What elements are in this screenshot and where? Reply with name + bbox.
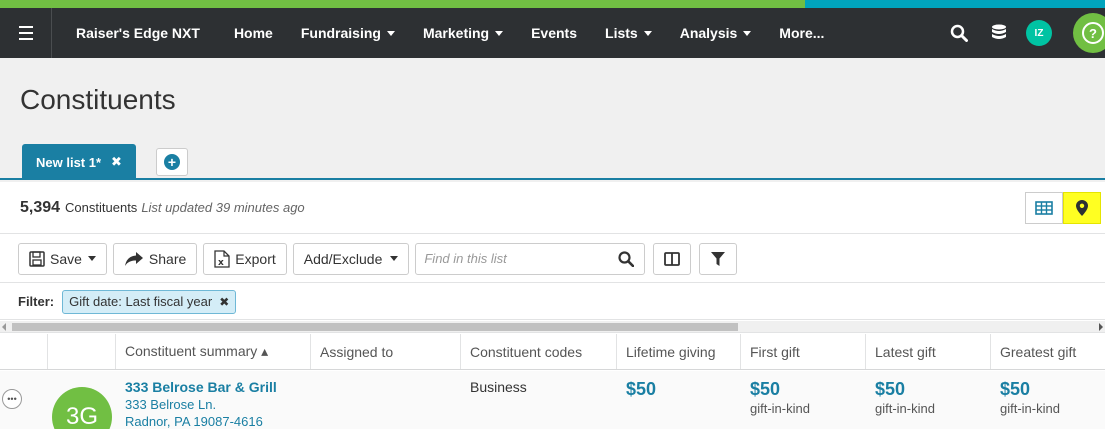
nav-more[interactable]: More... [779, 25, 824, 41]
header-lifetime-giving[interactable]: Lifetime giving [617, 334, 741, 369]
header-constituent-summary[interactable]: Constituent summary ▴ [116, 334, 311, 369]
close-icon[interactable]: ✖ [111, 154, 122, 170]
share-button[interactable]: Share [112, 242, 198, 275]
nav-analysis[interactable]: Analysis [680, 25, 752, 41]
grid-view-icon [1035, 201, 1053, 215]
close-icon[interactable]: ✖ [219, 295, 229, 309]
list-updated-text: List updated 39 minutes ago [141, 200, 305, 215]
chevron-down-icon [386, 30, 395, 36]
table-row: ••• 3G 333 Belrose Bar & Grill 333 Belro… [0, 371, 1105, 429]
view-toggle [1025, 192, 1101, 224]
top-navbar: Raiser's Edge NXT Home Fundraising Marke… [0, 8, 1105, 58]
nav-lists[interactable]: Lists [605, 25, 652, 41]
page-title: Constituents [20, 84, 176, 115]
chevron-down-icon [495, 30, 504, 36]
header-actions [0, 334, 48, 369]
greatest-gift-type: gift-in-kind [1000, 401, 1060, 416]
first-gift-type: gift-in-kind [750, 401, 810, 416]
scroll-left-icon[interactable] [2, 323, 6, 331]
avatar: 3G [52, 387, 112, 429]
search-icon[interactable] [618, 250, 635, 267]
columns-button[interactable] [653, 242, 692, 275]
header-greatest-gift[interactable]: Greatest gift [991, 334, 1105, 369]
avatar: IZ [1026, 20, 1052, 46]
filter-chip[interactable]: Gift date: Last fiscal year ✖ [62, 289, 237, 314]
add-tab-button[interactable]: + [156, 148, 188, 176]
export-icon: x [214, 249, 230, 268]
header-latest-gift[interactable]: Latest gift [866, 334, 991, 369]
list-tabs: New list 1* ✖ + [0, 144, 1105, 180]
assigned-to-cell [311, 371, 461, 429]
greatest-gift-cell: $50 gift-in-kind [991, 371, 1105, 429]
horizontal-scrollbar[interactable] [0, 321, 1105, 333]
map-pin-icon [1076, 200, 1088, 216]
map-view-button[interactable] [1063, 192, 1101, 224]
list-toolbar: Save Share x Export Add/Exclude Find in … [0, 235, 1105, 283]
filter-button[interactable] [699, 242, 738, 275]
latest-gift-type: gift-in-kind [875, 401, 935, 416]
user-menu-button[interactable]: IZ [1019, 8, 1059, 58]
chevron-down-icon [743, 30, 752, 36]
filter-icon [711, 251, 726, 266]
header-constituent-codes[interactable]: Constituent codes [461, 334, 617, 369]
nav-fundraising[interactable]: Fundraising [301, 25, 395, 41]
database-icon [992, 24, 1006, 39]
nav-home[interactable]: Home [234, 25, 273, 41]
nav-events[interactable]: Events [531, 25, 577, 41]
svg-text:x: x [218, 258, 224, 268]
latest-gift-cell: $50 gift-in-kind [866, 371, 991, 429]
help-button[interactable]: ? [1073, 13, 1105, 53]
filter-label: Filter: [18, 294, 55, 309]
row-actions-cell: ••• [0, 371, 48, 429]
constituent-name-link[interactable]: 333 Belrose Bar & Grill [125, 379, 311, 395]
search-icon [950, 24, 968, 42]
nav-marketing[interactable]: Marketing [423, 25, 504, 41]
scroll-right-icon[interactable] [1099, 323, 1103, 331]
scroll-thumb[interactable] [12, 323, 738, 331]
list-summary: 5,394 Constituents List updated 39 minut… [0, 182, 1105, 234]
accent-bar [0, 0, 1105, 8]
chevron-down-icon [390, 256, 399, 261]
address-line-1[interactable]: 333 Belrose Ln. [125, 397, 311, 412]
save-button[interactable]: Save [18, 242, 107, 275]
header-avatar [48, 334, 116, 369]
constituent-summary-cell: 333 Belrose Bar & Grill 333 Belrose Ln. … [116, 371, 311, 429]
lifetime-giving-amount[interactable]: $50 [626, 379, 741, 400]
row-avatar-cell: 3G [48, 371, 116, 429]
help-icon: ? [1082, 22, 1104, 44]
grid-header: Constituent summary ▴ Assigned to Consti… [0, 334, 1105, 370]
chevron-down-icon [87, 256, 96, 261]
export-button[interactable]: x Export [203, 242, 287, 275]
search-button[interactable] [939, 8, 979, 58]
address-line-2[interactable]: Radnor, PA 19087-4616 [125, 414, 311, 429]
hamburger-icon [18, 24, 33, 42]
save-icon [29, 250, 45, 267]
lifetime-giving-cell: $50 [617, 371, 741, 429]
tab-label: New list 1* [36, 154, 102, 170]
latest-gift-amount[interactable]: $50 [875, 379, 991, 400]
search-placeholder: Find in this list [424, 251, 507, 266]
first-gift-amount[interactable]: $50 [750, 379, 866, 400]
database-button[interactable] [979, 8, 1019, 58]
tab-new-list[interactable]: New list 1* ✖ [22, 144, 136, 180]
more-icon[interactable]: ••• [2, 389, 22, 409]
greatest-gift-amount[interactable]: $50 [1000, 379, 1105, 400]
first-gift-cell: $50 gift-in-kind [741, 371, 866, 429]
hamburger-menu-button[interactable] [0, 8, 52, 58]
filter-row: Filter: Gift date: Last fiscal year ✖ [0, 284, 1105, 320]
record-count: 5,394 [20, 198, 61, 216]
constituent-codes-cell: Business [470, 379, 527, 395]
columns-icon [664, 251, 681, 266]
add-exclude-button[interactable]: Add/Exclude [292, 242, 410, 275]
share-icon [124, 251, 143, 266]
brand-name[interactable]: Raiser's Edge NXT [76, 25, 200, 41]
list-search-input[interactable]: Find in this list [415, 242, 646, 275]
chevron-down-icon [643, 30, 652, 36]
list-panel: 5,394 Constituents List updated 39 minut… [0, 182, 1105, 429]
record-count-label: Constituents [65, 200, 138, 215]
add-tab-icon: + [164, 154, 180, 170]
header-assigned-to[interactable]: Assigned to [311, 334, 461, 369]
header-first-gift[interactable]: First gift [741, 334, 866, 369]
grid-view-button[interactable] [1025, 192, 1063, 224]
